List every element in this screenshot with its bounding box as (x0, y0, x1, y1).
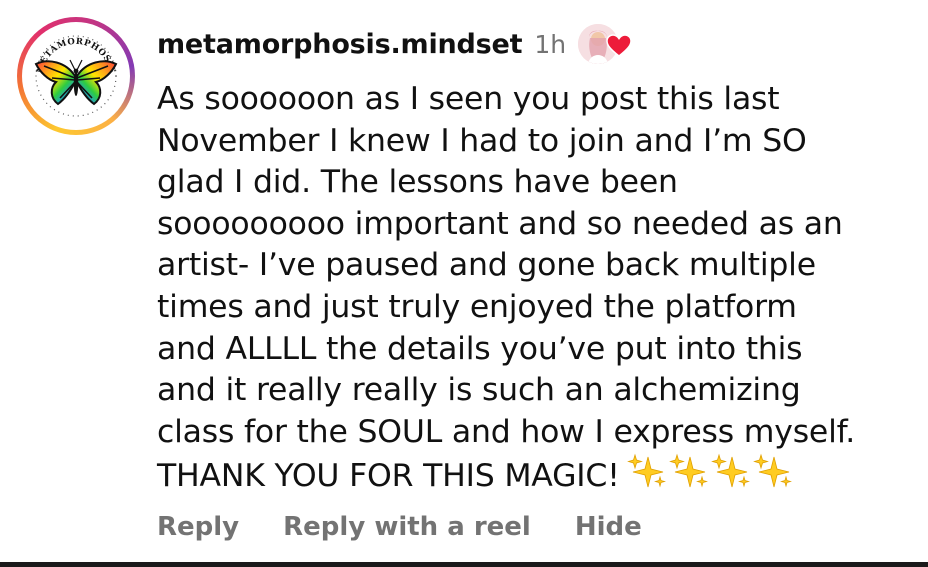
commenter-avatar[interactable]: METAMORPHOSIS (17, 17, 135, 135)
comment-line: class for the SOUL and how I express mys… (157, 413, 856, 450)
comment-line-last: THANK YOU FOR THIS MAGIC! (157, 453, 917, 501)
liked-by-creator-badge (578, 24, 632, 64)
comment-line: artist- I’ve paused and gone back multip… (157, 247, 816, 284)
comment-item: METAMORPHOSIS (0, 0, 928, 562)
heart-icon (606, 34, 632, 57)
comment-timestamp: 1h (534, 29, 567, 59)
comment-line: November I knew I had to join and I’m SO (157, 122, 807, 159)
reply-button[interactable]: Reply (157, 512, 239, 542)
comment-actions: Reply Reply with a reel Hide (157, 512, 642, 542)
butterfly-logo-icon: METAMORPHOSIS (26, 26, 126, 126)
sparkles-emoji-group (626, 453, 796, 501)
bottom-divider (0, 562, 928, 567)
comment-header: metamorphosis.mindset 1h (157, 24, 632, 64)
comment-line: glad I did. The lessons have been (157, 164, 678, 201)
comment-line: times and just truly enjoyed the platfor… (157, 288, 797, 325)
comment-line: sooooooooo important and so needed as an (157, 205, 843, 242)
comment-line: and ALLLL the details you’ve put into th… (157, 330, 803, 367)
avatar-ring-gap: METAMORPHOSIS (22, 22, 130, 130)
hide-button[interactable]: Hide (575, 512, 642, 542)
comment-line: and it really really is such an alchemiz… (157, 372, 801, 409)
comment-line-text: THANK YOU FOR THIS MAGIC! (157, 458, 620, 495)
sparkles-icon (626, 453, 791, 488)
comment-body: As soooooon as I seen you post this last… (157, 79, 917, 501)
reply-with-reel-button[interactable]: Reply with a reel (283, 512, 531, 542)
comment-line: As soooooon as I seen you post this last (157, 81, 780, 117)
username-link[interactable]: metamorphosis.mindset (157, 29, 523, 60)
